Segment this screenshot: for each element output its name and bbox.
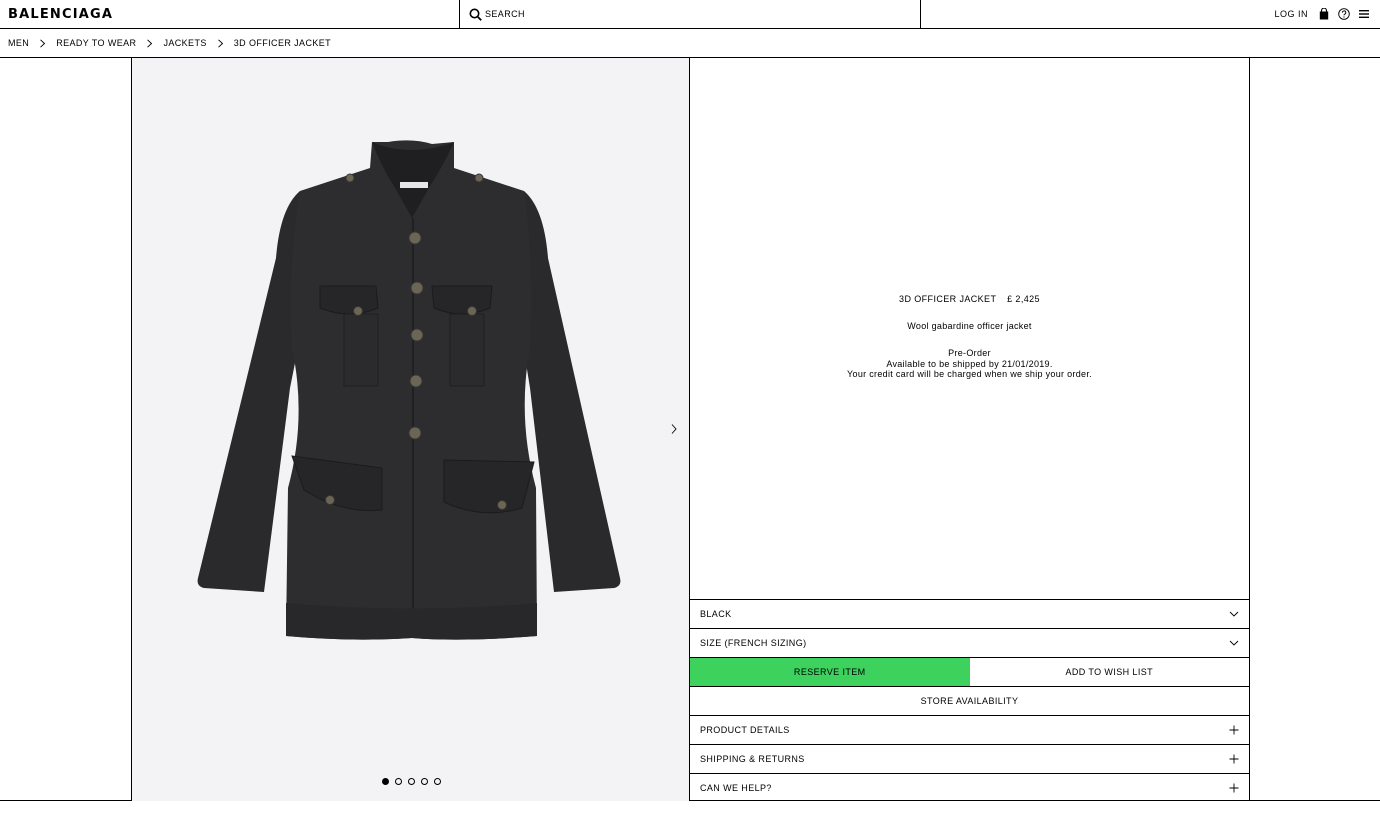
chevron-right-icon [40, 38, 46, 48]
accordion-label: CAN WE HELP? [700, 783, 772, 793]
search-icon[interactable] [469, 8, 482, 21]
product-price: £ 2,425 [1007, 294, 1040, 304]
product-description: Wool gabardine officer jacket [907, 321, 1032, 331]
color-select-value: BLACK [700, 609, 732, 619]
chevron-down-icon [1229, 640, 1239, 646]
gallery-dot-5[interactable] [434, 778, 441, 785]
add-to-wish-list-button[interactable]: ADD TO WISH LIST [970, 658, 1250, 686]
gallery-pagination [382, 778, 441, 785]
reserve-item-button[interactable]: RESERVE ITEM [690, 658, 970, 686]
breadcrumb-item-ready-to-wear[interactable]: READY TO WEAR [56, 38, 136, 48]
preorder-info: Pre-Order Available to be shipped by 21/… [690, 348, 1249, 380]
accordion-label: SHIPPING & RETURNS [700, 754, 805, 764]
gallery-dot-4[interactable] [421, 778, 428, 785]
product-name: 3D OFFICER JACKET [899, 294, 997, 304]
search-input[interactable] [485, 6, 905, 22]
preorder-label: Pre-Order [948, 348, 991, 358]
accordion-label: PRODUCT DETAILS [700, 725, 790, 735]
search-bar [459, 0, 921, 28]
help-icon[interactable] [1338, 8, 1350, 20]
accordion-product-details[interactable]: PRODUCT DETAILS [690, 715, 1249, 744]
plus-icon [1229, 783, 1239, 793]
plus-icon [1229, 754, 1239, 764]
size-select[interactable]: SIZE (FRENCH SIZING) [690, 628, 1249, 657]
login-link[interactable]: LOG IN [1274, 9, 1308, 19]
product-image [197, 140, 621, 640]
breadcrumb-item-current: 3D OFFICER JACKET [233, 38, 332, 48]
product-title-row: 3D OFFICER JACKET £ 2,425 [690, 294, 1249, 304]
product-panel: 3D OFFICER JACKET £ 2,425 Wool gabardine… [690, 58, 1250, 801]
gallery-dot-3[interactable] [408, 778, 415, 785]
chevron-down-icon [1229, 611, 1239, 617]
gallery-dot-2[interactable] [395, 778, 402, 785]
next-image-arrow-icon[interactable] [669, 423, 679, 435]
chevron-right-icon [147, 38, 153, 48]
product-info: 3D OFFICER JACKET £ 2,425 Wool gabardine… [690, 294, 1249, 380]
accordion-can-we-help[interactable]: CAN WE HELP? [690, 773, 1249, 802]
accordion-shipping-returns[interactable]: SHIPPING & RETURNS [690, 744, 1249, 773]
breadcrumb: MEN READY TO WEAR JACKETS 3D OFFICER JAC… [0, 29, 1380, 58]
header-actions: LOG IN [1274, 0, 1370, 28]
chevron-right-icon [217, 38, 223, 48]
site-header: BALENCIAGA LOG IN [0, 0, 1380, 29]
breadcrumb-item-jackets[interactable]: JACKETS [163, 38, 206, 48]
action-buttons: RESERVE ITEM ADD TO WISH LIST [690, 657, 1249, 686]
breadcrumb-item-men[interactable]: MEN [8, 38, 29, 48]
product-options: BLACK SIZE (FRENCH SIZING) RESERVE ITEM … [690, 599, 1249, 802]
product-gallery [131, 58, 690, 801]
store-availability-button[interactable]: STORE AVAILABILITY [690, 686, 1249, 715]
product-main: 3D OFFICER JACKET £ 2,425 Wool gabardine… [0, 58, 1380, 801]
plus-icon [1229, 725, 1239, 735]
gallery-dot-1[interactable] [382, 778, 389, 785]
size-select-value: SIZE (FRENCH SIZING) [700, 638, 807, 648]
brand-logo[interactable]: BALENCIAGA [8, 7, 113, 22]
menu-icon[interactable] [1358, 8, 1370, 20]
preorder-shipping: Available to be shipped by 21/01/2019. [886, 358, 1053, 369]
color-select[interactable]: BLACK [690, 599, 1249, 628]
bag-icon[interactable] [1318, 8, 1330, 20]
preorder-note: Your credit card will be charged when we… [847, 369, 1092, 379]
